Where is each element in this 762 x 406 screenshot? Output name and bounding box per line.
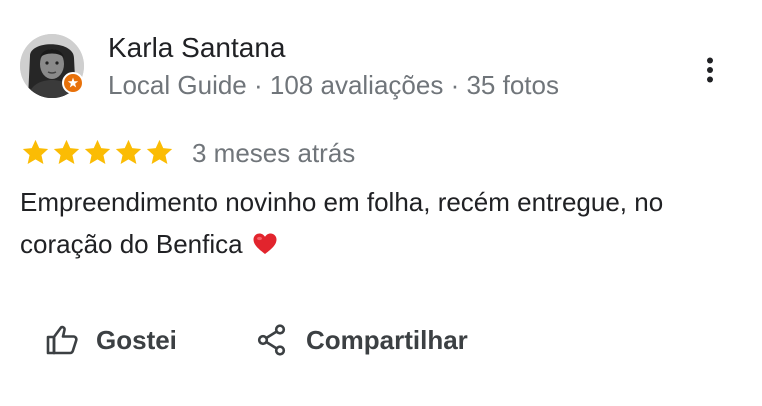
like-button[interactable]: Gostei (44, 318, 177, 362)
more-options-button[interactable] (690, 50, 730, 90)
like-label: Gostei (96, 324, 177, 355)
author-name[interactable]: Karla Santana (108, 30, 285, 66)
author-meta: Local Guide · 108 avaliações · 35 fotos (108, 68, 559, 102)
review-text: Empreendimento novinho em folha, recém e… (20, 181, 720, 265)
star-icon (146, 139, 173, 164)
meta-separator: · (443, 70, 467, 100)
reviews-count: 108 avaliações (269, 70, 444, 100)
photos-count: 35 fotos (466, 70, 559, 100)
heart-emoji-icon (253, 233, 277, 254)
star-icon (84, 139, 111, 164)
avatar[interactable] (20, 34, 84, 98)
more-vert-icon (707, 57, 713, 83)
local-guide-badge-icon (62, 72, 84, 94)
share-icon (254, 322, 290, 358)
review-text-body: Empreendimento novinho em folha, recém e… (20, 187, 664, 259)
share-label: Compartilhar (306, 324, 468, 355)
star-rating (20, 136, 175, 168)
meta-separator: · (246, 70, 270, 100)
thumb-up-icon (44, 322, 80, 358)
star-icon (115, 139, 142, 164)
review-time: 3 meses atrás (192, 138, 356, 168)
star-icon (22, 139, 49, 164)
local-guide-label: Local Guide (108, 70, 247, 100)
star-icon (53, 139, 80, 164)
share-button[interactable]: Compartilhar (254, 318, 468, 362)
review-card: Karla Santana Local Guide · 108 avaliaçõ… (0, 0, 762, 406)
